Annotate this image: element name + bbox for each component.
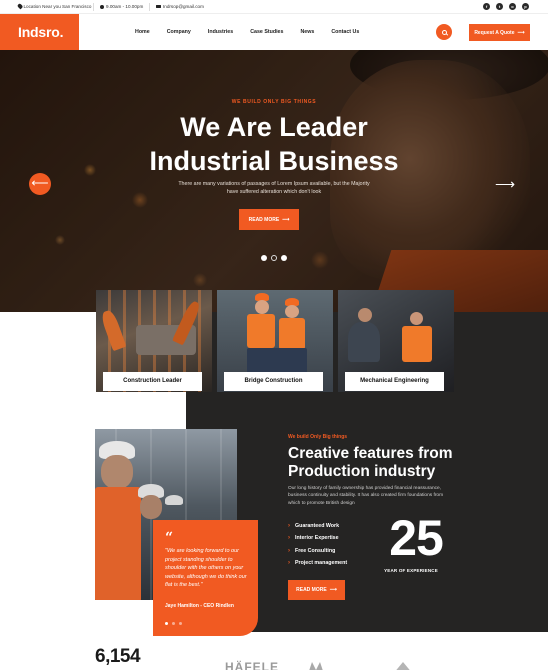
arrow-right-icon: ⟶	[517, 29, 525, 36]
nav-home[interactable]: Home	[135, 29, 150, 35]
testimonial-card: “ "We are looking forward to our project…	[153, 520, 258, 636]
feature-label: Free Consulting	[295, 547, 336, 554]
location-text: Location Near you San Francisco	[23, 4, 92, 9]
mail-icon	[156, 4, 161, 9]
nav-contact-us[interactable]: Contact Us	[331, 29, 359, 35]
feature-item: › Free Consulting	[288, 545, 347, 557]
twitter-icon[interactable]: t	[496, 3, 503, 10]
feature-item: › Interior Expertise	[288, 532, 347, 544]
testimonial-text: "We are looking forward to our project s…	[165, 548, 247, 589]
email-info[interactable]: Indrsop@gmail.com	[156, 4, 204, 9]
arrow-right-icon: ⟶	[494, 176, 516, 192]
top-info-bar: Location Near you San Francisco 9.00am -…	[0, 0, 548, 14]
testimonial-dot[interactable]	[179, 622, 182, 625]
arrow-right-icon: ⟶	[282, 216, 290, 223]
hero-title-line1: We Are Leader	[180, 112, 368, 142]
about-title: Creative features from Production indust…	[288, 445, 453, 480]
slider-dot[interactable]	[261, 255, 267, 261]
chevron-right-icon: ›	[288, 523, 290, 530]
about-eyebrow: We build Only Big things	[288, 434, 348, 440]
arrow-right-icon: ⟶	[329, 587, 337, 593]
service-label: Construction Leader	[103, 372, 202, 391]
hero-read-more-button[interactable]: READ MORE ⟶	[239, 209, 299, 230]
location-info: Location Near you San Francisco	[16, 3, 92, 10]
chevron-right-icon: ›	[288, 535, 290, 542]
chevron-right-icon: ›	[288, 560, 290, 567]
email-text[interactable]: Indrsop@gmail.com	[163, 4, 204, 9]
feature-item: › Guaranteed Work	[288, 520, 347, 532]
hero-title-line2: Industrial Business	[149, 146, 399, 176]
request-quote-label: Request A Quote	[474, 29, 515, 36]
slider-prev-button[interactable]: ⟵	[29, 173, 51, 195]
quote-icon: “	[165, 530, 174, 546]
search-button[interactable]	[436, 24, 452, 40]
location-pin-icon	[16, 3, 23, 10]
feature-item: › Project management	[288, 557, 347, 569]
slider-dot[interactable]	[271, 255, 277, 261]
divider	[93, 3, 94, 11]
divider	[149, 3, 150, 11]
about-description: Our long history of family ownership has…	[288, 486, 444, 506]
hero-read-more-label: READ MORE	[248, 216, 280, 223]
testimonial-dot[interactable]	[165, 622, 168, 625]
hero-slider: WE BUILD ONLY BIG THINGS We Are Leader I…	[0, 50, 548, 312]
nav-company[interactable]: Company	[167, 29, 191, 35]
service-card-mechanical[interactable]: Mechanical Engineering	[338, 290, 454, 392]
service-label: Bridge Construction	[224, 372, 323, 391]
feature-label: Project management	[295, 560, 348, 567]
site-header: Indsro. Home Company Industries Case Stu…	[0, 14, 548, 50]
service-label: Mechanical Engineering	[345, 372, 444, 391]
slider-dots	[261, 255, 287, 261]
pinterest-icon[interactable]: p	[522, 3, 529, 10]
feature-label: Interior Expertise	[295, 535, 339, 542]
testimonial-dot[interactable]	[172, 622, 175, 625]
testimonial-dots	[165, 622, 182, 625]
hours-info: 9.00am - 10.00pm	[100, 4, 143, 9]
years-experience-number: 25	[389, 510, 444, 566]
hero-eyebrow: WE BUILD ONLY BIG THINGS	[231, 99, 317, 105]
feature-label: Guaranteed Work	[295, 523, 340, 530]
clock-icon	[100, 4, 104, 9]
main-nav: Home Company Industries Case Studies New…	[135, 14, 376, 50]
slider-next-button[interactable]: ⟶	[494, 173, 516, 195]
testimonial-author: Jaye Hamilton - CEO Rindlen	[165, 603, 234, 609]
nav-case-studies[interactable]: Case Studies	[250, 29, 283, 35]
hero-title: We Are Leader Industrial Business	[0, 110, 548, 178]
partner-logo-2	[308, 660, 324, 670]
hours-text: 9.00am - 10.00pm	[106, 4, 144, 9]
slider-dot[interactable]	[281, 255, 287, 261]
service-card-bridge[interactable]: Bridge Construction	[217, 290, 333, 392]
nav-news[interactable]: News	[300, 29, 314, 35]
facebook-icon[interactable]: f	[483, 3, 490, 10]
feature-list: › Guaranteed Work › Interior Expertise › Fr…	[288, 520, 347, 569]
about-read-more-button[interactable]: READ MORE ⟶	[288, 580, 345, 600]
stat-counter: 6,154	[95, 646, 141, 667]
search-icon	[441, 29, 447, 35]
request-quote-button[interactable]: Request A Quote ⟶	[469, 24, 530, 41]
hero-description: There are many variations of passages of…	[178, 181, 370, 195]
years-experience-label: YEAR OF EXPERIENCE	[384, 568, 438, 573]
instagram-icon[interactable]: o	[509, 3, 516, 10]
chevron-right-icon: ›	[288, 547, 290, 554]
nav-industries[interactable]: Industries	[208, 29, 233, 35]
social-links: f t o p	[483, 3, 529, 10]
about-read-more-label: READ MORE	[296, 587, 327, 593]
partner-logo-hafele: HÄFELE	[225, 660, 279, 670]
arrow-left-icon: ⟵	[31, 176, 49, 190]
partner-logo-3	[393, 660, 413, 670]
site-logo[interactable]: Indsro.	[0, 14, 79, 50]
service-card-construction[interactable]: Construction Leader	[96, 290, 212, 392]
